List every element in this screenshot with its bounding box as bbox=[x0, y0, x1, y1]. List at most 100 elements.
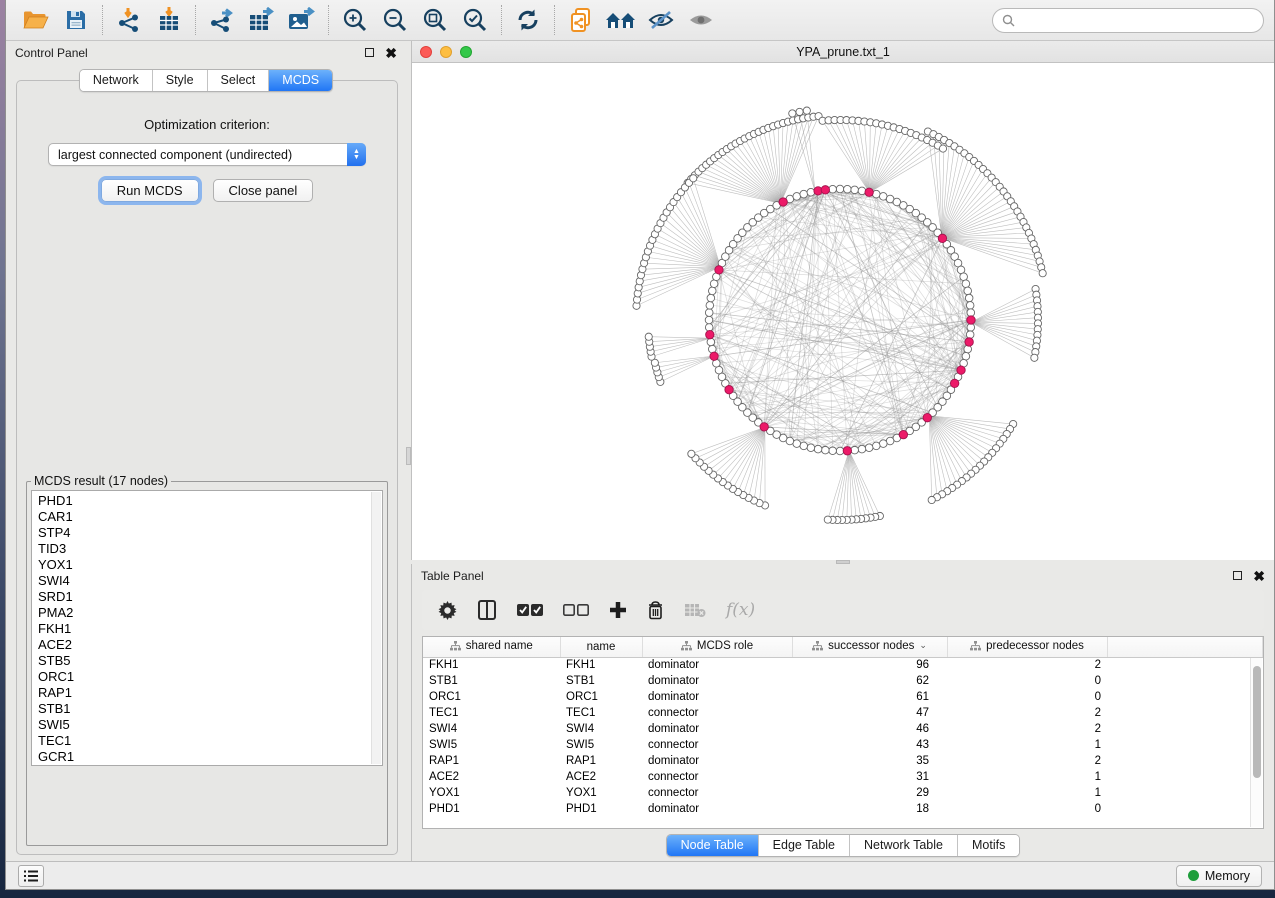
mcds-result-item[interactable]: STB1 bbox=[38, 701, 382, 717]
mcds-result-item[interactable]: FKH1 bbox=[38, 621, 382, 637]
select-all-icon[interactable] bbox=[517, 603, 543, 617]
network-window-titlebar[interactable]: YPA_prune.txt_1 bbox=[412, 41, 1274, 63]
table-cell: 46 bbox=[792, 721, 947, 737]
table-cell: dominator bbox=[642, 721, 792, 737]
tab-mcds[interactable]: MCDS bbox=[269, 70, 332, 91]
export-network-icon[interactable] bbox=[202, 3, 242, 37]
tab-select[interactable]: Select bbox=[208, 70, 270, 91]
show-all-icon[interactable] bbox=[681, 3, 721, 37]
table-cell: 0 bbox=[947, 801, 1107, 817]
tab-node-table[interactable]: Node Table bbox=[667, 835, 759, 856]
mcds-result-item[interactable]: STP4 bbox=[38, 525, 382, 541]
criterion-dropdown[interactable]: largest connected component (undirected)… bbox=[48, 143, 366, 166]
tab-edge-table[interactable]: Edge Table bbox=[759, 835, 850, 856]
settings-gear-icon[interactable] bbox=[438, 601, 457, 620]
mcds-result-item[interactable]: PHD1 bbox=[38, 493, 382, 509]
table-row[interactable]: PHD1PHD1dominator180 bbox=[423, 801, 1263, 817]
run-mcds-button[interactable]: Run MCDS bbox=[101, 179, 199, 202]
table-cell: 35 bbox=[792, 753, 947, 769]
table-cell: RAP1 bbox=[560, 753, 642, 769]
deselect-all-icon[interactable] bbox=[563, 603, 589, 617]
network-canvas[interactable] bbox=[412, 63, 1274, 560]
table-cell: 47 bbox=[792, 705, 947, 721]
table-scrollbar[interactable] bbox=[1250, 658, 1262, 827]
mcds-result-item[interactable]: TEC1 bbox=[38, 733, 382, 749]
mcds-result-item[interactable]: YOX1 bbox=[38, 557, 382, 573]
mcds-list-scrollbar[interactable] bbox=[371, 492, 381, 764]
zoom-selected-icon[interactable] bbox=[455, 3, 495, 37]
tab-motifs[interactable]: Motifs bbox=[958, 835, 1019, 856]
table-cell: ORC1 bbox=[560, 689, 642, 705]
vertical-splitter[interactable] bbox=[406, 41, 411, 861]
float-window-icon[interactable] bbox=[1233, 571, 1242, 580]
export-image-icon[interactable] bbox=[282, 3, 322, 37]
table-cell: 61 bbox=[792, 689, 947, 705]
column-header-shared-name[interactable]: shared name bbox=[423, 637, 560, 657]
mcds-result-item[interactable]: SRD1 bbox=[38, 589, 382, 605]
toggle-column-icon[interactable] bbox=[477, 600, 497, 620]
hide-selected-icon[interactable] bbox=[641, 3, 681, 37]
table-row[interactable]: RAP1RAP1dominator352 bbox=[423, 753, 1263, 769]
column-header-MCDS-role[interactable]: MCDS role bbox=[642, 637, 792, 657]
close-panel-icon[interactable]: ✖ bbox=[1253, 571, 1265, 581]
zoom-fit-icon[interactable] bbox=[415, 3, 455, 37]
mcds-result-list[interactable]: PHD1CAR1STP4TID3YOX1SWI4SRD1PMA2FKH1ACE2… bbox=[31, 490, 383, 766]
tab-network[interactable]: Network bbox=[80, 70, 153, 91]
toolbar-separator bbox=[195, 5, 196, 35]
mcds-result-item[interactable]: SWI4 bbox=[38, 573, 382, 589]
table-row[interactable]: STB1STB1dominator620 bbox=[423, 673, 1263, 689]
open-file-icon[interactable] bbox=[16, 3, 56, 37]
float-window-icon[interactable] bbox=[365, 48, 374, 57]
mcds-result-item[interactable]: STB5 bbox=[38, 653, 382, 669]
memory-button[interactable]: Memory bbox=[1176, 865, 1262, 887]
mcds-result-item[interactable]: GCR1 bbox=[38, 749, 382, 765]
mcds-result-item[interactable]: ORC1 bbox=[38, 669, 382, 685]
export-table-icon[interactable] bbox=[242, 3, 282, 37]
import-table-icon[interactable] bbox=[149, 3, 189, 37]
column-header-successor-nodes[interactable]: successor nodes⌄ bbox=[792, 637, 947, 657]
toolbar-separator bbox=[102, 5, 103, 35]
splitter-grip[interactable] bbox=[836, 560, 850, 564]
zoom-out-icon[interactable] bbox=[375, 3, 415, 37]
table-row[interactable]: SWI5SWI5connector431 bbox=[423, 737, 1263, 753]
horizontal-splitter[interactable] bbox=[411, 560, 1274, 564]
duplicate-network-icon[interactable] bbox=[561, 3, 601, 37]
table-cell: PHD1 bbox=[423, 801, 560, 817]
table-cell: RAP1 bbox=[423, 753, 560, 769]
network-window-title: YPA_prune.txt_1 bbox=[412, 45, 1274, 59]
table-row[interactable]: FKH1FKH1dominator962 bbox=[423, 657, 1263, 673]
close-panel-icon[interactable]: ✖ bbox=[385, 48, 397, 58]
table-scrollbar-thumb[interactable] bbox=[1253, 666, 1261, 778]
add-row-icon[interactable] bbox=[609, 601, 627, 619]
close-panel-button[interactable]: Close panel bbox=[213, 179, 314, 202]
mcds-result-item[interactable]: PMA2 bbox=[38, 605, 382, 621]
table-row[interactable]: SWI4SWI4dominator462 bbox=[423, 721, 1263, 737]
mcds-result-item[interactable]: CAR1 bbox=[38, 509, 382, 525]
refresh-view-icon[interactable] bbox=[508, 3, 548, 37]
table-row[interactable]: ORC1ORC1dominator610 bbox=[423, 689, 1263, 705]
mcds-result-item[interactable]: TID3 bbox=[38, 541, 382, 557]
apply-function-icon: f(x) bbox=[726, 600, 755, 620]
mcds-result-item[interactable]: SWI5 bbox=[38, 717, 382, 733]
mcds-result-item[interactable]: RAP1 bbox=[38, 685, 382, 701]
delete-row-icon[interactable] bbox=[647, 600, 664, 620]
save-session-icon[interactable] bbox=[56, 3, 96, 37]
column-header-predecessor-nodes[interactable]: predecessor nodes bbox=[947, 637, 1107, 657]
import-network-icon[interactable] bbox=[109, 3, 149, 37]
splitter-grip[interactable] bbox=[406, 447, 411, 465]
tab-network-table[interactable]: Network Table bbox=[850, 835, 958, 856]
memory-status-icon bbox=[1188, 870, 1199, 881]
control-panel-tabs: NetworkStyleSelectMCDS bbox=[79, 69, 333, 92]
zoom-in-icon[interactable] bbox=[335, 3, 375, 37]
table-row[interactable]: ACE2ACE2connector311 bbox=[423, 769, 1263, 785]
tab-style[interactable]: Style bbox=[153, 70, 208, 91]
column-header-name[interactable]: name bbox=[560, 637, 642, 657]
task-history-button[interactable] bbox=[18, 865, 44, 887]
table-row[interactable]: TEC1TEC1connector472 bbox=[423, 705, 1263, 721]
first-neighbors-icon[interactable] bbox=[601, 3, 641, 37]
search-input[interactable] bbox=[1020, 13, 1254, 27]
network-graph[interactable] bbox=[412, 63, 1274, 557]
table-cell-filler bbox=[1107, 753, 1263, 769]
mcds-result-item[interactable]: ACE2 bbox=[38, 637, 382, 653]
table-row[interactable]: YOX1YOX1connector291 bbox=[423, 785, 1263, 801]
